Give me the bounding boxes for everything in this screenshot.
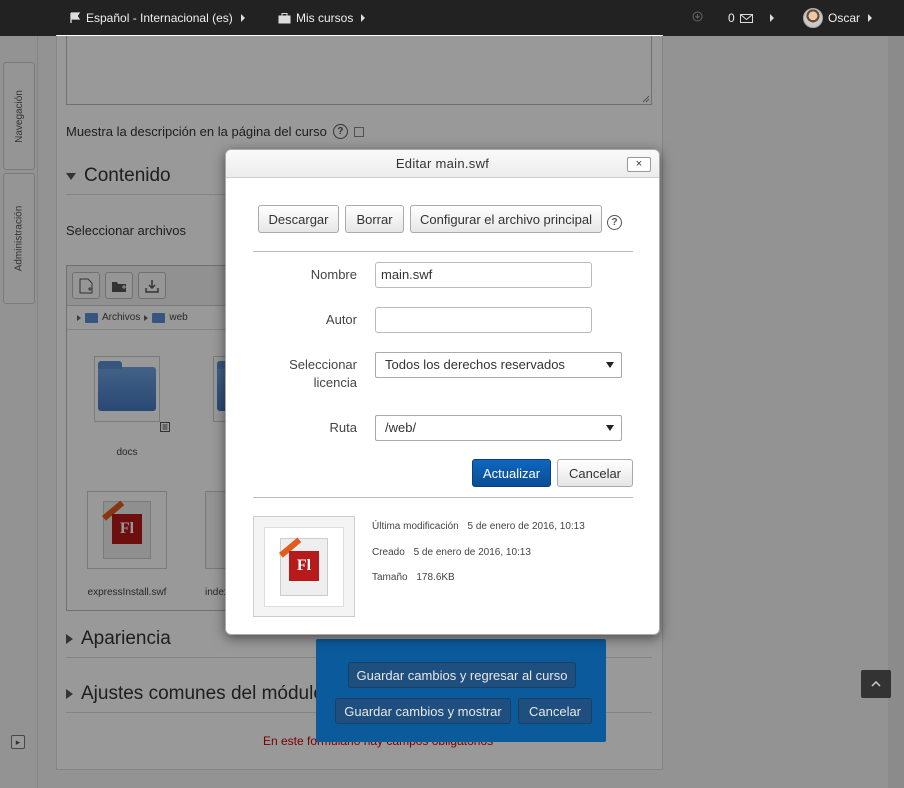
messages-menu[interactable]: 0 (728, 11, 774, 25)
license-label: Seleccionar licencia (289, 357, 357, 390)
flag-icon (70, 12, 81, 23)
save-actions-bar: Guardar cambios y regresar al curso Guar… (316, 639, 606, 742)
scroll-to-top-button[interactable] (861, 670, 891, 698)
user-name: Oscar (828, 11, 861, 25)
preview-frame: Fl (264, 526, 344, 607)
name-input[interactable]: main.swf (375, 262, 592, 288)
license-selected: Todos los derechos reservados (385, 357, 565, 372)
dropdown-arrow-icon (606, 425, 614, 431)
language-label: Español - Internacional (es) (86, 11, 233, 25)
meta-modified: Última modificación 5 de enero de 2016, … (372, 521, 585, 532)
circle-arrow-icon (692, 11, 703, 22)
save-and-return-button[interactable]: Guardar cambios y regresar al curso (348, 662, 576, 688)
meta-size-label: Tamaño (372, 572, 408, 583)
dialog-divider (253, 251, 633, 252)
cancel-button[interactable]: Cancelar (518, 698, 592, 724)
update-button[interactable]: Actualizar (472, 459, 551, 487)
author-label: Autor (325, 312, 357, 327)
meta-modified-label: Última modificación (372, 521, 459, 532)
envelope-icon (739, 13, 753, 23)
top-navbar: Español - Internacional (es) Mis cursos … (0, 0, 904, 36)
path-selected: /web/ (385, 420, 417, 435)
user-menu[interactable]: Oscar (803, 8, 873, 28)
path-select[interactable]: /web/ (375, 415, 622, 441)
my-courses-menu[interactable]: Mis cursos (278, 11, 366, 25)
delete-button[interactable]: Borrar (345, 205, 404, 233)
messages-count: 0 (728, 11, 735, 25)
dropdown-arrow-icon (606, 362, 614, 368)
close-icon[interactable]: × (627, 157, 651, 172)
flash-file-icon: Fl (279, 537, 328, 596)
caret-right-icon (240, 14, 245, 22)
caret-right-icon (361, 14, 366, 22)
dialog-title: Editar main.swf (226, 150, 659, 178)
help-icon[interactable]: ? (607, 215, 622, 230)
path-label: Ruta (329, 420, 357, 435)
download-button[interactable]: Descargar (258, 205, 339, 233)
author-input[interactable] (375, 307, 592, 333)
my-courses-label: Mis cursos (296, 11, 354, 25)
caret-right-icon (868, 14, 873, 22)
save-and-display-button[interactable]: Guardar cambios y mostrar (335, 698, 511, 724)
license-select[interactable]: Todos los derechos reservados (375, 352, 622, 378)
name-label: Nombre (310, 267, 357, 282)
chevron-up-icon (871, 681, 881, 687)
meta-created-value: 5 de enero de 2016, 10:13 (413, 547, 531, 558)
dialog-cancel-button[interactable]: Cancelar (557, 459, 633, 487)
meta-size: Tamaño 178.6KB (372, 572, 455, 583)
edit-file-dialog: Editar main.swf × Descargar Borrar Confi… (225, 149, 660, 635)
meta-created-label: Creado (372, 547, 405, 558)
meta-modified-value: 5 de enero de 2016, 10:13 (467, 521, 585, 532)
briefcase-icon (278, 12, 291, 23)
caret-right-icon (769, 14, 774, 22)
language-menu[interactable]: Español - Internacional (es) (69, 11, 245, 25)
notifications-toggle[interactable] (692, 11, 703, 22)
avatar (803, 8, 823, 28)
dialog-divider (253, 497, 633, 498)
meta-size-value: 178.6KB (416, 572, 455, 583)
set-main-file-button[interactable]: Configurar el archivo principal (410, 205, 602, 233)
file-preview: Fl (253, 516, 355, 617)
meta-created: Creado 5 de enero de 2016, 10:13 (372, 547, 531, 558)
